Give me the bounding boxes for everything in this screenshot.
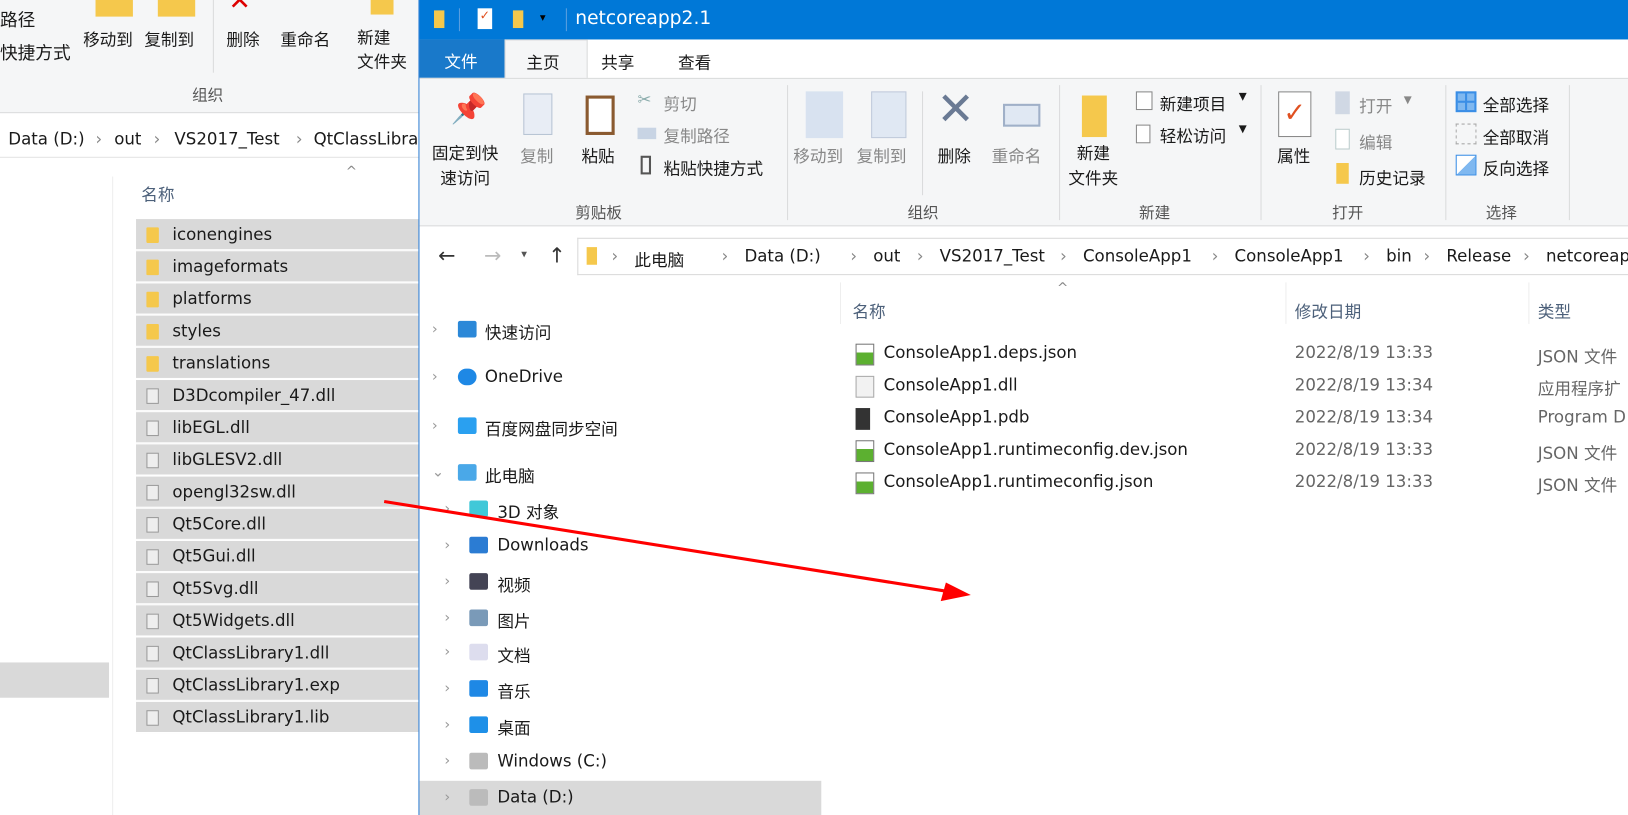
arrow-head xyxy=(940,582,971,602)
red-arrow-annotation xyxy=(383,499,971,602)
desktop: 路径 快捷方式 移动到 复制到 ✕ 删除 重命名 新建 文件夹 组织 Data … xyxy=(0,0,1628,815)
arrow-line xyxy=(383,499,951,594)
